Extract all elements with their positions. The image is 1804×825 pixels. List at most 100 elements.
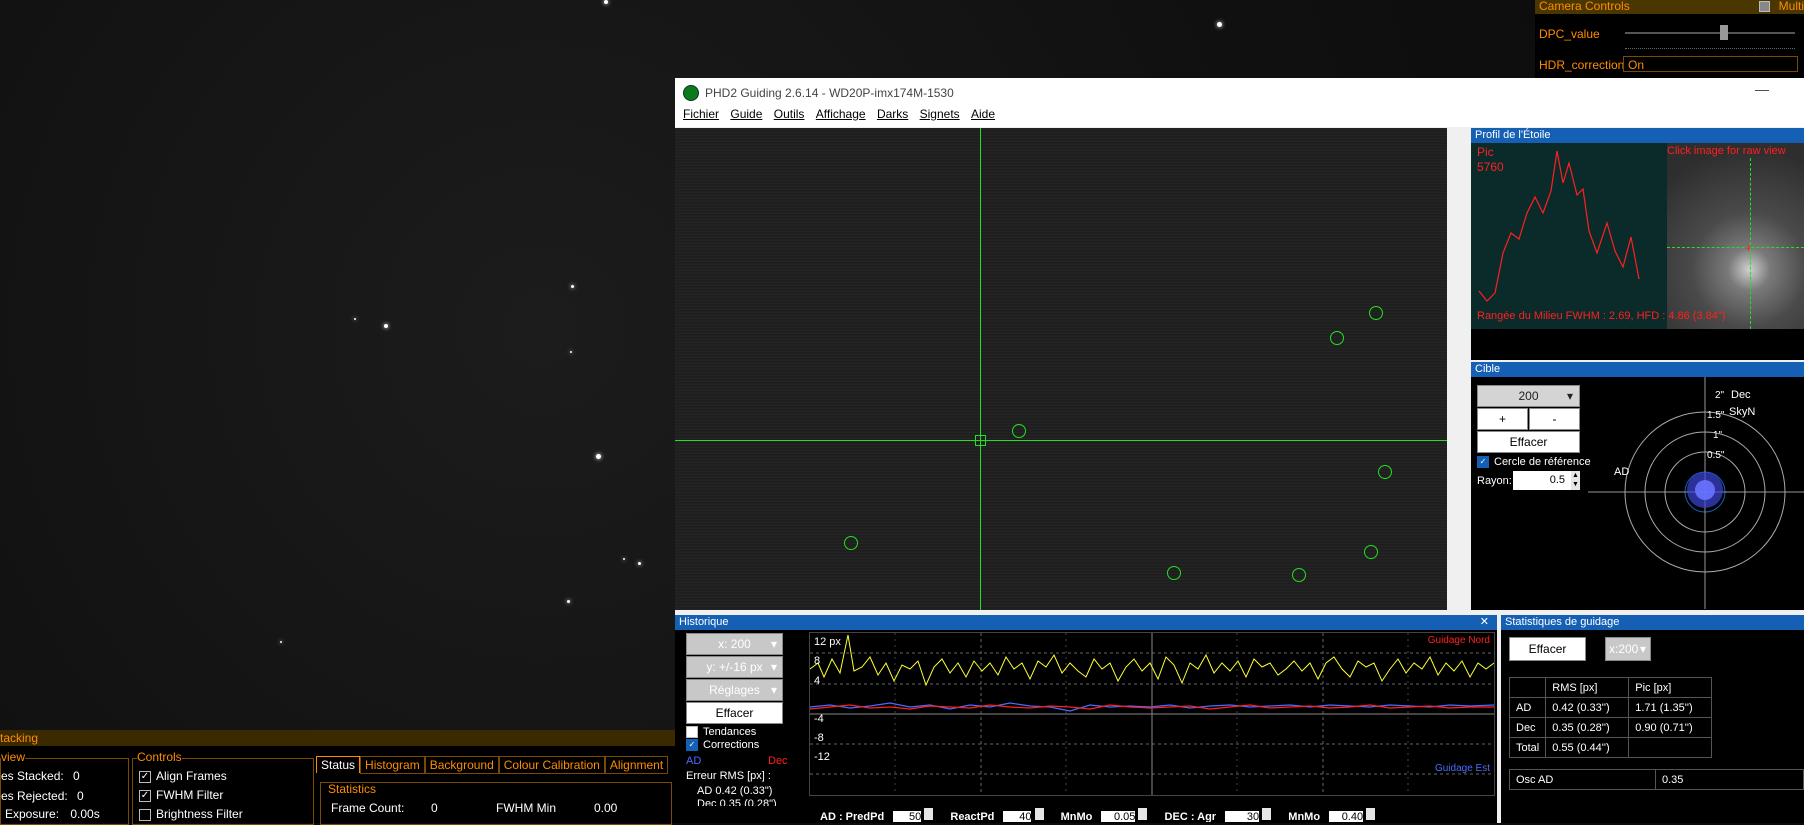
target-scale-select[interactable]: 200 ▾ bbox=[1477, 385, 1580, 407]
menu-fichier[interactable]: Fichier bbox=[683, 107, 719, 121]
ad-mnmo-input[interactable]: 0.05 bbox=[1101, 811, 1136, 822]
minimize-icon[interactable]: — bbox=[1755, 81, 1769, 97]
dec-agr-label: DEC : Agr bbox=[1164, 811, 1217, 822]
fwhm-filter-option[interactable]: ✓ FWHM Filter bbox=[139, 788, 223, 802]
menu-guide[interactable]: Guide bbox=[730, 107, 762, 121]
controls-title: Controls bbox=[137, 750, 182, 764]
guiding-stats-header: Statistiques de guidage bbox=[1501, 615, 1804, 630]
ring-label: 1" bbox=[1713, 430, 1723, 441]
star-profile-header: Profil de l'Étoile bbox=[1471, 128, 1804, 143]
menu-outils[interactable]: Outils bbox=[774, 107, 805, 121]
hdr-select[interactable]: On bbox=[1623, 56, 1798, 72]
stack-summary-box: view es Stacked: 0 es Rejected: 0 Exposu… bbox=[0, 750, 129, 825]
dpc-slider-thumb[interactable] bbox=[1720, 25, 1728, 40]
ring-label: 0.5" bbox=[1707, 450, 1725, 461]
dec-agr-spinner[interactable] bbox=[1262, 808, 1272, 820]
menu-darks[interactable]: Darks bbox=[877, 107, 908, 121]
menu-affichage[interactable]: Affichage bbox=[816, 107, 866, 121]
trends-checkbox[interactable] bbox=[686, 726, 698, 739]
fwhm-filter-checkbox[interactable]: ✓ bbox=[139, 789, 151, 802]
stats-cell: AD bbox=[1508, 697, 1547, 718]
stats-col-header bbox=[1508, 677, 1547, 698]
hdr-label: HDR_correction bbox=[1539, 58, 1625, 72]
stats-cell bbox=[1628, 737, 1713, 758]
corrections-option[interactable]: ✓ Corrections bbox=[686, 739, 759, 752]
brightness-filter-checkbox[interactable] bbox=[139, 808, 151, 821]
fwhm-readout: Rangée du Milieu FWHM : 2.69, HFD : 4.86… bbox=[1477, 310, 1726, 322]
menu-aide[interactable]: Aide bbox=[971, 107, 995, 121]
y-tick: -12 bbox=[814, 751, 830, 763]
star bbox=[354, 318, 356, 320]
stats-cell: Total bbox=[1508, 737, 1547, 758]
star bbox=[570, 351, 572, 353]
align-frames-option[interactable]: ✓ Align Frames bbox=[139, 769, 227, 783]
radius-input[interactable]: 0.5 bbox=[1513, 471, 1571, 490]
trends-option[interactable]: Tendances bbox=[686, 726, 756, 739]
guide-camera-image[interactable] bbox=[675, 128, 1447, 610]
stats-x-scale-select[interactable]: x:200 ▾ bbox=[1605, 637, 1651, 661]
view-label: view bbox=[1, 750, 26, 764]
y-scale-select[interactable]: y: +/-16 px ▾ bbox=[686, 656, 783, 678]
reactpd-spinner[interactable] bbox=[1034, 808, 1044, 820]
history-panel: Historique ✕ x: 200 ▾ y: +/-16 px ▾ Régl… bbox=[675, 615, 1497, 823]
thumbnail-crosshair-h bbox=[1667, 247, 1804, 248]
x-scale-select[interactable]: x: 200 ▾ bbox=[686, 633, 783, 655]
y-tick: 4 bbox=[814, 675, 821, 687]
history-clear-button[interactable]: Effacer bbox=[686, 702, 783, 724]
reference-circle-option[interactable]: ✓ Cercle de référence bbox=[1477, 456, 1591, 469]
osc-ad-label: Osc AD bbox=[1509, 769, 1656, 790]
zoom-in-button[interactable]: + bbox=[1477, 408, 1528, 430]
stacked-value: 0 bbox=[73, 769, 80, 783]
ad-predpd-label: AD : PredPd bbox=[820, 811, 885, 822]
dec-agr-input[interactable]: 30 bbox=[1225, 811, 1260, 822]
camera-controls-panel: Camera Controls Multi DPC_value HDR_corr… bbox=[1535, 0, 1804, 78]
tab-alignment[interactable]: Alignment bbox=[604, 756, 669, 774]
history-graph-svg bbox=[809, 633, 1495, 795]
star bbox=[596, 454, 601, 459]
target-clear-button[interactable]: Effacer bbox=[1477, 431, 1580, 453]
history-ad-legend: AD bbox=[686, 755, 702, 767]
dpc-slider-track[interactable] bbox=[1625, 32, 1795, 34]
ad-predpd-input[interactable]: 50 bbox=[893, 811, 922, 822]
menu-signets[interactable]: Signets bbox=[920, 107, 960, 121]
reference-circle-checkbox[interactable]: ✓ bbox=[1477, 456, 1489, 469]
settings-button[interactable]: Réglages ▾ bbox=[686, 679, 783, 701]
radius-spinner[interactable]: ▲ ▼ bbox=[1571, 471, 1580, 490]
align-frames-label: Align Frames bbox=[156, 769, 227, 783]
chevron-down-icon: ▾ bbox=[770, 660, 777, 674]
ad-mnmo-spinner[interactable] bbox=[1138, 808, 1148, 820]
ring-label: 1.5" bbox=[1707, 410, 1725, 421]
fwhm-filter-label: FWHM Filter bbox=[156, 788, 224, 802]
star bbox=[623, 558, 625, 560]
chevron-down-icon: ▾ bbox=[770, 683, 777, 697]
profile-graph: Pic 5760 bbox=[1471, 143, 1667, 329]
target-header: Cible bbox=[1471, 362, 1804, 377]
star-thumbnail[interactable]: Click image for raw view + bbox=[1667, 143, 1804, 329]
dec-mnmo-input[interactable]: 0.40 bbox=[1329, 811, 1364, 822]
tab-histogram[interactable]: Histogram bbox=[360, 756, 425, 774]
star bbox=[1217, 22, 1222, 27]
ad-predpd-spinner[interactable] bbox=[924, 808, 934, 820]
statistics-box: Statistics Frame Count: 0 FWHM Min 0.00 bbox=[320, 782, 672, 825]
tab-status[interactable]: Status bbox=[316, 756, 361, 773]
brightness-filter-option[interactable]: Brightness Filter bbox=[139, 807, 243, 821]
history-graph: 12 px 8 4 -4 -8 -12 Guidage Nord Guidage… bbox=[809, 632, 1495, 796]
align-frames-checkbox[interactable]: ✓ bbox=[139, 770, 151, 783]
stats-clear-button[interactable]: Effacer bbox=[1509, 637, 1586, 661]
zoom-out-button[interactable]: - bbox=[1529, 408, 1580, 430]
reactpd-input[interactable]: 40 bbox=[1003, 811, 1032, 822]
target-dec-label: Dec bbox=[1731, 389, 1751, 401]
star bbox=[280, 641, 282, 643]
target-skyn-label: SkyN bbox=[1729, 406, 1756, 418]
corrections-checkbox[interactable]: ✓ bbox=[686, 739, 698, 752]
table-row: AD 0.42 (0.33'') 1.71 (1.35'') bbox=[1508, 697, 1713, 718]
tab-background[interactable]: Background bbox=[424, 756, 499, 774]
dec-mnmo-spinner[interactable] bbox=[1366, 808, 1376, 820]
frame-count-value: 0 bbox=[431, 801, 438, 815]
multi-checkbox[interactable] bbox=[1759, 1, 1771, 13]
stacking-title: tacking bbox=[0, 731, 39, 745]
tab-colour-calibration[interactable]: Colour Calibration bbox=[498, 756, 605, 774]
close-icon[interactable]: ✕ bbox=[1480, 615, 1489, 630]
raw-view-hint: Click image for raw view bbox=[1667, 145, 1786, 157]
rms-ad-value: AD 0.42 (0.33") bbox=[697, 785, 773, 797]
